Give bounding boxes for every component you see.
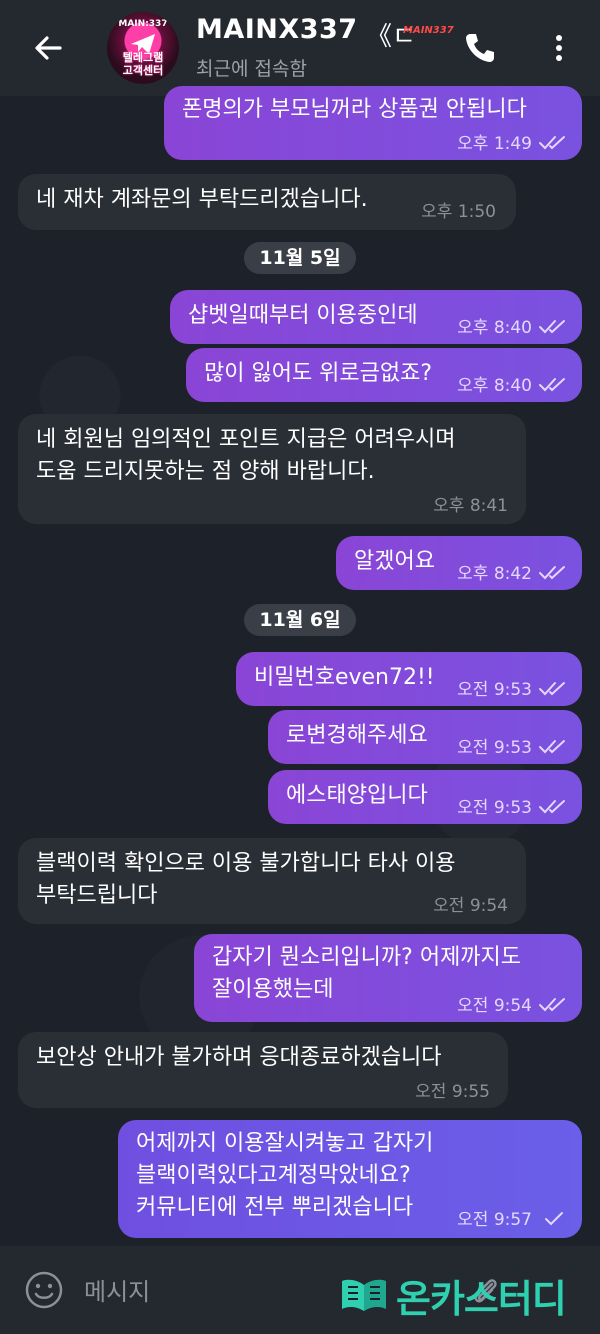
message-time: 오전 9:55 bbox=[415, 1082, 490, 1102]
message-bubble-incoming[interactable]: 블랙이력 확인으로 이용 불가합니다 타사 이용 부탁드립니다 오전 9:54 bbox=[18, 838, 526, 924]
chat-status: 최근에 접속함 bbox=[196, 58, 307, 80]
message-time: 오후 8:41 bbox=[433, 496, 508, 516]
message-time: 오후 8:40 bbox=[457, 318, 532, 338]
message-bubble-outgoing[interactable]: 알겠어요 오후 8:42 bbox=[336, 536, 582, 590]
message-time: 오전 9:53 bbox=[457, 680, 532, 700]
message-time: 오후 8:42 bbox=[457, 564, 532, 584]
message-time: 오후 1:49 bbox=[457, 134, 532, 154]
date-separator: 11월 6일 bbox=[244, 604, 356, 636]
message-meta: 오후 8:42 bbox=[457, 559, 568, 584]
phone-icon[interactable] bbox=[462, 30, 498, 66]
message-text: 보안상 안내가 불가하며 응대종료하겠습니다 bbox=[36, 1045, 442, 1070]
message-time: 오전 9:54 bbox=[457, 996, 532, 1016]
double-check-icon bbox=[539, 997, 565, 1011]
chat-header: MAIN:337 텔레그램 고객센터 MAINX337 《ㄷ MAIN337 최… bbox=[0, 0, 600, 96]
message-bubble-outgoing[interactable]: 비밀번호even72!! 오전 9:53 bbox=[236, 652, 582, 706]
watermark: 온카스터디 bbox=[340, 1270, 567, 1321]
double-check-icon bbox=[539, 377, 565, 391]
message-time: 오후 8:40 bbox=[457, 376, 532, 396]
message-time: 오전 9:54 bbox=[433, 896, 508, 916]
message-bubble-outgoing[interactable]: 어제까지 이용잘시켜놓고 갑자기 블랙이력있다고계정막았네요? 커뮤니티에 전부… bbox=[118, 1120, 582, 1238]
double-check-icon bbox=[539, 565, 565, 579]
message-time: 오전 9:53 bbox=[457, 738, 532, 758]
double-check-icon bbox=[539, 739, 565, 753]
message-meta: 오전 9:54 bbox=[457, 991, 568, 1016]
double-check-icon bbox=[539, 681, 565, 695]
message-bubble-outgoing[interactable]: 많이 잃어도 위로금없죠? 오후 8:40 bbox=[186, 348, 582, 402]
message-meta: 오후 8:41 bbox=[433, 491, 508, 516]
avatar-logo-text: MAIN:337 bbox=[118, 19, 168, 29]
message-meta: 오후 1:50 bbox=[421, 197, 496, 222]
message-time: 오후 1:50 bbox=[421, 202, 496, 222]
message-meta: 오전 9:55 bbox=[415, 1077, 490, 1102]
message-meta: 오전 9:53 bbox=[457, 793, 568, 818]
message-time: 오전 9:57 bbox=[457, 1210, 532, 1230]
message-bubble-outgoing[interactable]: 폰명의가 부모님꺼라 상품권 안됩니다 오후 1:49 bbox=[164, 86, 582, 160]
message-time: 오전 9:53 bbox=[457, 798, 532, 818]
message-bubble-outgoing[interactable]: 갑자기 뭔소리입니까? 어제까지도 잘이용했는데 오전 9:54 bbox=[194, 934, 582, 1022]
double-check-icon bbox=[539, 135, 565, 149]
back-arrow-icon[interactable] bbox=[28, 28, 68, 68]
message-meta: 오후 8:40 bbox=[457, 313, 568, 338]
message-meta: 오후 1:49 bbox=[457, 129, 568, 154]
message-input[interactable]: 메시지 bbox=[84, 1272, 150, 1307]
single-check-icon bbox=[545, 1211, 563, 1225]
avatar-line-1: 텔레그램 bbox=[122, 51, 164, 64]
message-meta: 오전 9:53 bbox=[457, 733, 568, 758]
title-badge: MAIN337 bbox=[403, 25, 454, 36]
message-bubble-outgoing[interactable]: 에스태양입니다 오전 9:53 bbox=[268, 770, 582, 824]
message-meta: 오전 9:54 bbox=[433, 891, 508, 916]
more-vert-icon[interactable] bbox=[545, 30, 573, 66]
message-meta: 오전 9:57 bbox=[457, 1205, 568, 1230]
date-separator: 11월 5일 bbox=[244, 242, 356, 274]
chat-title[interactable]: MAINX337 bbox=[196, 14, 358, 45]
message-bubble-incoming[interactable]: 네 재차 계좌문의 부탁드리겠습니다. 오후 1:50 bbox=[18, 174, 516, 230]
double-check-icon bbox=[539, 319, 565, 333]
emoji-icon[interactable] bbox=[24, 1270, 64, 1310]
avatar-line-2: 고객센터 bbox=[122, 64, 164, 77]
message-meta: 오후 8:40 bbox=[457, 371, 568, 396]
message-bubble-outgoing[interactable]: 로변경해주세요 오전 9:53 bbox=[268, 710, 582, 764]
message-bubble-outgoing[interactable]: 샵벳일때부터 이용중인데 오후 8:40 bbox=[170, 290, 582, 344]
message-text: 네 회원님 임의적인 포인트 지급은 어려우시며 도움 드리지못하는 점 양해 … bbox=[36, 427, 456, 484]
book-logo-icon bbox=[342, 1279, 386, 1311]
watermark-text: 온카스터디 bbox=[396, 1276, 567, 1321]
message-meta: 오전 9:53 bbox=[457, 675, 568, 700]
double-check-icon bbox=[539, 799, 565, 813]
message-bubble-incoming[interactable]: 네 회원님 임의적인 포인트 지급은 어려우시며 도움 드리지못하는 점 양해 … bbox=[18, 414, 526, 524]
message-text: 폰명의가 부모님꺼라 상품권 안됩니다 bbox=[182, 97, 527, 122]
message-bubble-incoming[interactable]: 보안상 안내가 불가하며 응대종료하겠습니다 오전 9:55 bbox=[18, 1032, 508, 1108]
avatar[interactable]: MAIN:337 텔레그램 고객센터 bbox=[107, 12, 179, 84]
